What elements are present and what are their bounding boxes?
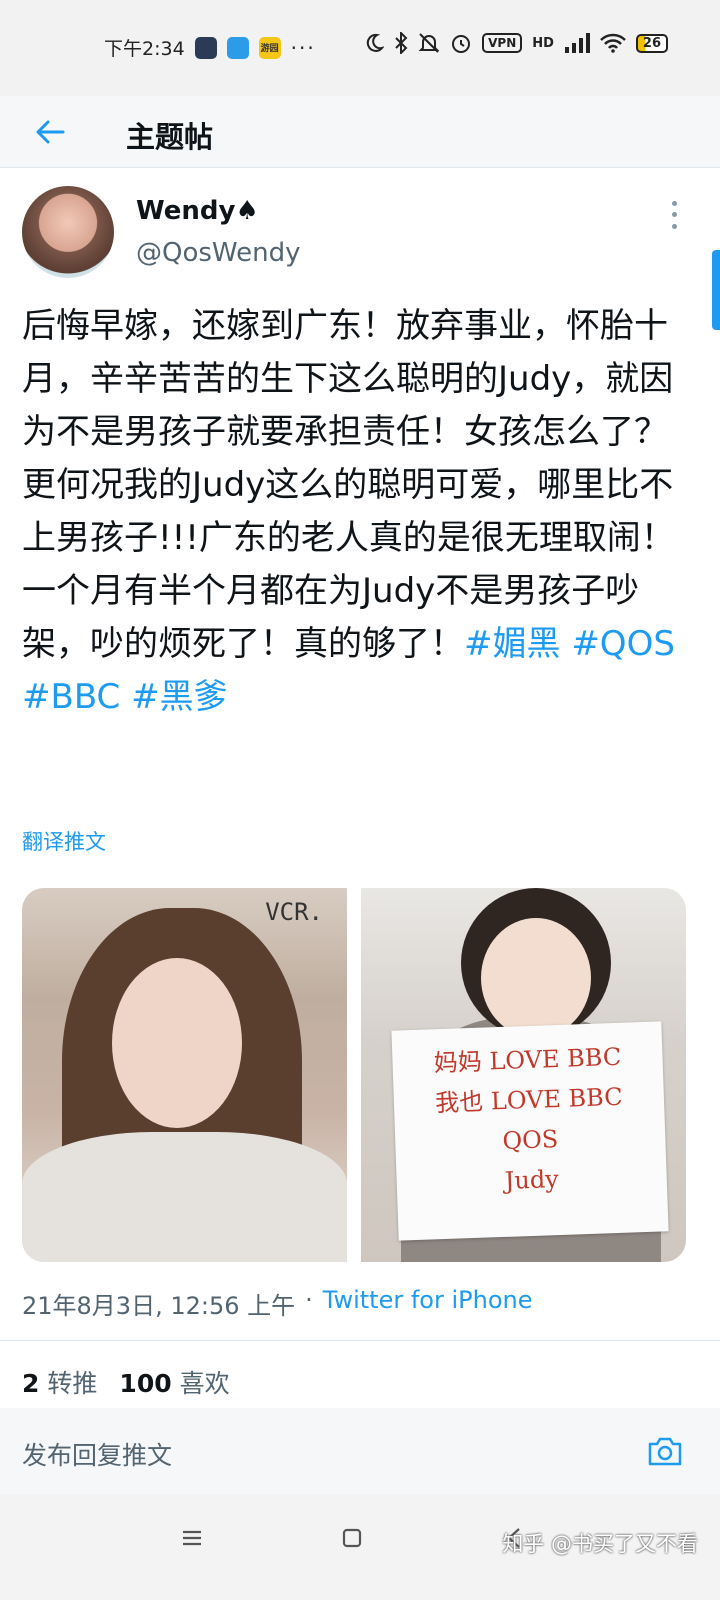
likes-label: 喜欢: [179, 1369, 230, 1398]
avatar[interactable]: [22, 186, 114, 278]
menu-nav-button[interactable]: [172, 1518, 212, 1558]
moon-icon: [366, 33, 385, 52]
bluetooth-icon: [395, 32, 408, 54]
square-icon: [342, 1528, 362, 1548]
retweets-count: 2: [22, 1369, 40, 1398]
tweet-stats: 2 转推 100 喜欢: [22, 1364, 230, 1400]
meta-separator: ·: [305, 1286, 313, 1314]
cat-app-icon: [194, 36, 217, 59]
reply-bar: 发布回复推文: [0, 1408, 720, 1494]
hashtag-link[interactable]: #媚黑: [464, 624, 561, 664]
signal-bars-icon: [564, 33, 590, 53]
more-dot-icon: [671, 212, 677, 218]
status-left: 下午2:34 游园 ···: [104, 34, 316, 61]
likes-stat[interactable]: 100 喜欢: [119, 1364, 229, 1400]
tweet-source-link[interactable]: Twitter for iPhone: [323, 1286, 533, 1321]
page-title: 主题帖: [126, 120, 214, 154]
photo-face-shape: [481, 918, 591, 1038]
status-bar: 下午2:34 游园 ··· VPN HD 26: [0, 0, 720, 96]
camera-icon: [648, 1437, 682, 1466]
author-name[interactable]: Wendy♠: [136, 196, 259, 226]
status-right: VPN HD 26: [364, 32, 668, 54]
cloud-app-icon: [226, 36, 249, 59]
likes-count: 100: [119, 1369, 172, 1398]
tweet-body: 后悔早嫁，还嫁到广东！放弃事业，怀胎十月，辛辛苦苦的生下这么聪明的Judy，就因…: [22, 306, 675, 664]
photo-child-sign[interactable]: 妈妈 LOVE BBC 我也 LOVE BBC QOS Judy: [361, 888, 686, 1262]
scrollbar[interactable]: [712, 250, 720, 330]
battery-icon: 26: [635, 33, 668, 53]
tweet-timestamp: 21年8月3日, 12:56 上午: [22, 1292, 296, 1320]
mute-bell-icon: [418, 33, 440, 53]
photo-vcr-label: VCR.: [265, 898, 323, 926]
camera-button[interactable]: [646, 1432, 684, 1470]
reply-input[interactable]: 发布回复推文: [22, 1436, 172, 1472]
signal-icon: HD: [532, 35, 554, 51]
author-handle[interactable]: @QosWendy: [136, 238, 300, 268]
header: 主题帖: [0, 96, 720, 168]
game-app-icon: 游园: [258, 36, 281, 59]
more-dot-icon: [671, 201, 677, 207]
menu-icon: [183, 1530, 201, 1546]
tweet-text: 后悔早嫁，还嫁到广东！放弃事业，怀胎十月，辛辛苦苦的生下这么聪明的Judy，就因…: [22, 300, 682, 724]
hashtag-link[interactable]: #黑爹: [131, 677, 228, 717]
sign-line: Judy: [504, 1165, 560, 1195]
photo-face-shape: [112, 958, 242, 1128]
translate-tweet-link[interactable]: 翻译推文: [22, 826, 106, 856]
divider: [0, 1340, 720, 1341]
status-time: 下午2:34: [104, 38, 185, 60]
photo-woman[interactable]: VCR.: [22, 888, 347, 1262]
back-button[interactable]: [32, 114, 68, 150]
more-options-button[interactable]: [664, 198, 684, 232]
wifi-icon: [600, 33, 626, 53]
vpn-badge: VPN: [482, 33, 523, 53]
arrow-left-icon: [36, 120, 65, 144]
retweets-label: 转推: [47, 1369, 98, 1398]
hashtag-link[interactable]: #QOS: [571, 624, 675, 664]
alarm-icon: [452, 35, 471, 53]
more-notifications-icon: ···: [290, 35, 316, 60]
watermark-text: 知乎 @书买了又不看: [502, 1532, 698, 1556]
retweets-stat[interactable]: 2 转推: [22, 1364, 97, 1400]
system-nav-bar: 知乎 @书买了又不看: [0, 1494, 720, 1600]
photo-sweater-shape: [22, 1132, 347, 1262]
hashtag-link[interactable]: #BBC: [22, 677, 120, 717]
tweet-meta: 21年8月3日, 12:56 上午 · Twitter for iPhone: [22, 1286, 533, 1321]
media-grid: VCR. 妈妈 LOVE BBC 我也 LOVE BBC QOS Judy: [22, 888, 686, 1262]
handwritten-sign: 妈妈 LOVE BBC 我也 LOVE BBC QOS Judy: [391, 1021, 669, 1241]
more-dot-icon: [671, 223, 677, 229]
home-nav-button[interactable]: [332, 1518, 372, 1558]
